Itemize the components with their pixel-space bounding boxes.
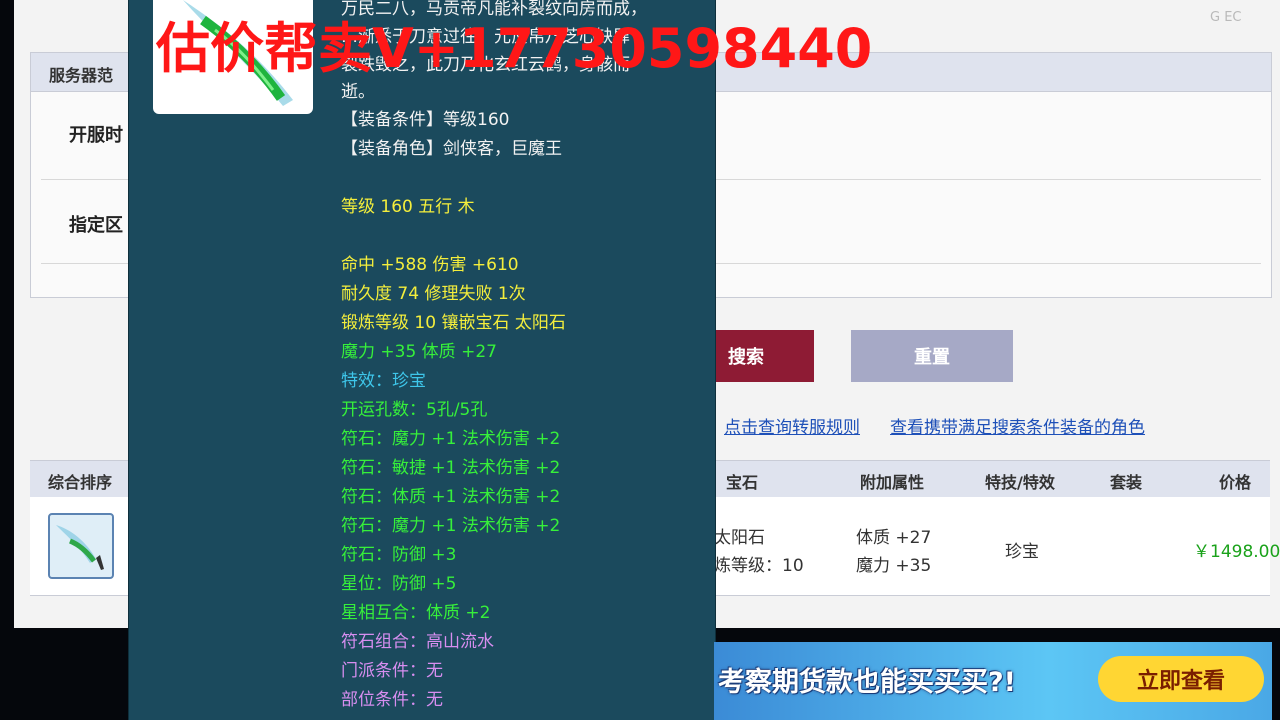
transfer-rules-link[interactable]: 点击查询转服规则	[724, 413, 860, 438]
rune-combo-line: 符石组合：高山流水	[341, 632, 494, 652]
ad-view-button[interactable]: 立即查看	[1098, 656, 1264, 702]
reset-button[interactable]: 重置	[851, 330, 1013, 382]
item-thumbnail[interactable]	[48, 513, 114, 579]
item-stat-line: 等级 160 五行 木	[341, 197, 475, 217]
search-button[interactable]: 搜索	[704, 330, 814, 382]
equip-requirement: 【装备条件】等级160	[341, 110, 510, 130]
ad-banner[interactable]: 考察期货款也能买买买?! 立即查看	[714, 642, 1272, 720]
forge-level-value: 炼等级：10	[714, 556, 804, 576]
item-stat-line: 开运孔数：5孔/5孔	[341, 400, 488, 420]
watermark-text: 估价帮卖V+17730598440	[156, 17, 873, 80]
price-value: ￥1498.00	[1193, 542, 1280, 562]
star-line: 星位：防御 +5	[341, 574, 457, 594]
attr-line-2: 魔力 +35	[856, 556, 932, 576]
view-roles-link[interactable]: 查看携带满足搜索条件装备的角色	[890, 413, 1145, 438]
attr-line-1: 体质 +27	[856, 528, 932, 548]
skill-column-header: 特技/特效	[985, 473, 1055, 492]
item-stat-line: 锻炼等级 10 镶嵌宝石 太阳石	[341, 313, 566, 333]
rune-line: 符石：敏捷 +1 法术伤害 +2	[341, 458, 561, 478]
ad-text: 考察期货款也能买买买?!	[718, 667, 1016, 698]
set-column-header: 套装	[1110, 473, 1143, 492]
region-label: 指定区	[69, 215, 123, 236]
rune-line: 符石：魔力 +1 法术伤害 +2	[341, 429, 561, 449]
rune-line: 符石：魔力 +1 法术伤害 +2	[341, 516, 561, 536]
sect-condition-line: 门派条件：无	[341, 661, 443, 681]
open-time-label: 开服时	[69, 125, 123, 146]
item-effect-line: 特效：珍宝	[341, 371, 426, 391]
item-stat-line: 魔力 +35 体质 +27	[341, 342, 497, 362]
skill-value: 珍宝	[1005, 542, 1039, 562]
server-filter-title: 服务器范	[49, 66, 114, 85]
extra-attr-column-header: 附加属性	[860, 473, 925, 492]
star-line: 星相互合：体质 +2	[341, 603, 491, 623]
item-tooltip: 万民二八，马贡帝凡能补裂纹向房而成， …渐悉于刀意过往，元反帛乃芝心缺肆 裂跌毁…	[128, 0, 716, 720]
site-logo: G EC	[1210, 10, 1242, 25]
rune-line: 符石：体质 +1 法术伤害 +2	[341, 487, 561, 507]
rune-line: 符石：防御 +3	[341, 545, 457, 565]
gem-column-header: 宝石	[726, 473, 759, 492]
price-column-header[interactable]: 价格	[1219, 469, 1251, 493]
blade-icon	[56, 525, 104, 570]
item-stat-line: 耐久度 74 修理失败 1次	[341, 284, 526, 304]
equip-role: 【装备角色】剑侠客，巨魔王	[341, 139, 562, 159]
part-condition-line: 部位条件：无	[341, 690, 443, 710]
item-stat-line: 命中 +588 伤害 +610	[341, 255, 519, 275]
gem-value: 太阳石	[714, 528, 765, 548]
sort-column-header[interactable]: 综合排序	[48, 469, 112, 493]
